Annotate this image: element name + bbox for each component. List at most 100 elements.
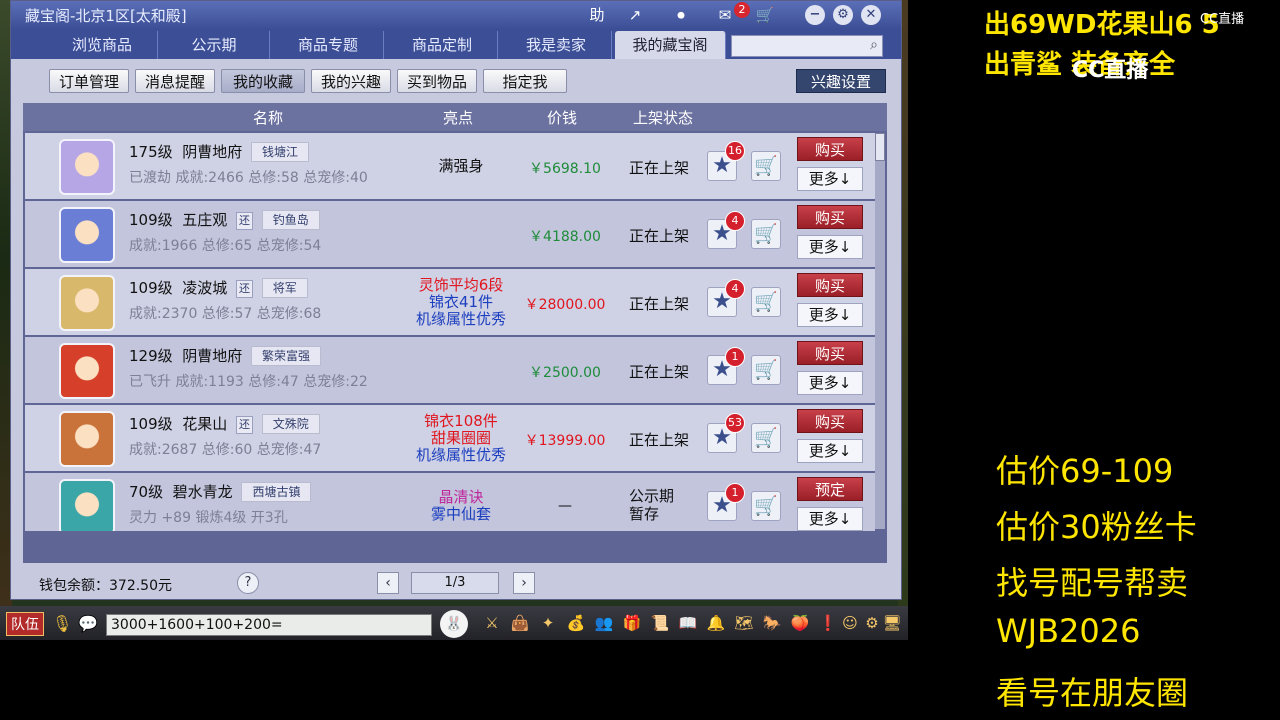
listing-status: 正在上架 xyxy=(629,227,690,245)
server-tag: 西塘古镇 xyxy=(241,482,312,502)
alert-icon[interactable]: ❗ xyxy=(816,610,840,636)
bag-icon[interactable]: 👜 xyxy=(508,610,532,636)
add-to-cart-icon[interactable]: 🛒 xyxy=(751,491,781,521)
help-icon[interactable]: ? xyxy=(237,572,259,594)
character-avatar[interactable] xyxy=(59,275,115,331)
item-level: 109级 xyxy=(129,211,173,229)
highlight-text: 机缘属性优秀 xyxy=(415,309,506,328)
table-row[interactable]: 109级 花果山 还 文殊院 成就:2687 总修:60 总宠修:47 锦衣10… xyxy=(25,405,875,471)
prev-page-button[interactable]: ‹ xyxy=(377,572,399,594)
table-row[interactable]: 109级 凌波城 还 将军 成就:2370 总修:57 总宠修:68 灵饰平均6… xyxy=(25,269,875,335)
table-row[interactable]: 70级 碧水青龙 西塘古镇 灵力 +89 锻炼4级 开3孔 晶清诀 雾中仙套 — … xyxy=(25,473,875,531)
gift-icon[interactable]: 🎁 xyxy=(620,610,644,636)
subtab-notifications[interactable]: 消息提醒 xyxy=(135,69,215,93)
title-bar[interactable]: 藏宝阁-北京1区[太和殿] 助 ↗ ⏺ ✉ 2 🛒 − ⚙ ✕ xyxy=(11,1,901,29)
more-button[interactable]: 更多↓ xyxy=(797,303,863,327)
item-price: ￥5698.10 xyxy=(529,161,601,177)
return-badge: 还 xyxy=(235,280,253,298)
item-school: 阴曹地府 xyxy=(182,143,243,161)
buy-button[interactable]: 购买 xyxy=(797,341,863,365)
add-to-cart-icon[interactable]: 🛒 xyxy=(751,423,781,453)
overlay-side-line-1: 估价69-109 xyxy=(996,452,1174,490)
next-page-button[interactable]: › xyxy=(513,572,535,594)
highlight-text: 锦衣41件 xyxy=(428,292,494,311)
table-row[interactable]: 129级 阴曹地府 繁荣富强 已飞升 成就:1193 总修:47 总宠修:22 … xyxy=(25,337,875,403)
table-body: 175级 阴曹地府 钱塘江 已渡劫 成就:2466 总修:58 总宠修:40 满… xyxy=(25,133,875,531)
team-button[interactable]: 队伍 xyxy=(6,612,44,636)
peach-icon[interactable]: 🍑 xyxy=(788,610,812,636)
tab-topics[interactable]: 商品专题 xyxy=(273,31,384,59)
buy-button[interactable]: 购买 xyxy=(797,137,863,161)
tab-seller[interactable]: 我是卖家 xyxy=(501,31,612,59)
subtab-favorites[interactable]: 我的收藏 xyxy=(221,69,305,93)
tab-custom[interactable]: 商品定制 xyxy=(387,31,498,59)
buy-button[interactable]: 购买 xyxy=(797,205,863,229)
table-row[interactable]: 109级 五庄观 还 钓鱼岛 成就:1966 总修:65 总宠修:54 ￥418… xyxy=(25,201,875,267)
item-school: 五庄观 xyxy=(182,211,228,229)
map-icon[interactable]: 🗺 xyxy=(732,610,756,636)
tab-public[interactable]: 公示期 xyxy=(159,31,270,59)
chat-icon[interactable]: 💬 xyxy=(78,614,98,633)
mount-icon[interactable]: 🐎 xyxy=(760,610,784,636)
scrollbar-thumb[interactable] xyxy=(875,133,885,161)
interest-settings-button[interactable]: 兴趣设置 xyxy=(796,69,886,93)
minimize-icon[interactable]: − xyxy=(805,5,825,25)
character-avatar[interactable] xyxy=(59,207,115,263)
item-stats: 已渡劫 成就:2466 总修:58 总宠修:40 xyxy=(129,170,368,186)
record-icon[interactable]: ⏺ xyxy=(669,4,693,26)
buy-button[interactable]: 购买 xyxy=(797,409,863,433)
search-icon[interactable]: ⌕ xyxy=(870,37,878,53)
buy-button[interactable]: 购买 xyxy=(797,273,863,297)
buy-button[interactable]: 预定 xyxy=(797,477,863,501)
bell-icon[interactable]: 🔔 xyxy=(704,610,728,636)
character-avatar[interactable] xyxy=(59,343,115,399)
character-avatar[interactable] xyxy=(59,139,115,195)
listing-status: 正在上架 xyxy=(629,159,690,177)
item-title: 109级 五庄观 还 钓鱼岛 xyxy=(129,209,320,230)
more-button[interactable]: 更多↓ xyxy=(797,439,863,463)
character-avatar[interactable] xyxy=(59,411,115,467)
settings-icon[interactable]: ⚙ xyxy=(833,5,853,25)
more-button[interactable]: 更多↓ xyxy=(797,167,863,191)
favorite-count-badge: 1 xyxy=(725,347,745,367)
help-button[interactable]: 助 xyxy=(585,4,609,26)
more-button[interactable]: 更多↓ xyxy=(797,235,863,259)
skill-icon[interactable]: ✦ xyxy=(536,610,560,636)
item-stats: 灵力 +89 锻炼4级 开3孔 xyxy=(129,510,288,526)
highlight-text: 锦衣108件 xyxy=(424,411,498,430)
table-row[interactable]: 175级 阴曹地府 钱塘江 已渡劫 成就:2466 总修:58 总宠修:40 满… xyxy=(25,133,875,199)
add-to-cart-icon[interactable]: 🛒 xyxy=(751,151,781,181)
character-avatar[interactable] xyxy=(59,479,115,531)
party-icon[interactable]: 👥 xyxy=(592,610,616,636)
scroll-icon[interactable]: 📜 xyxy=(648,610,672,636)
search-input[interactable]: ⌕ xyxy=(731,35,883,57)
favorites-table: 名称 亮点 价钱 上架状态 175级 阴曹地府 钱塘江 已渡劫 成就:2466 … xyxy=(23,103,887,563)
book-icon[interactable]: 📖 xyxy=(676,610,700,636)
highlight-text: 甜果圈圈 xyxy=(430,428,491,447)
server-tag: 将军 xyxy=(261,278,308,298)
tab-my-pavilion[interactable]: 我的藏宝阁 xyxy=(615,31,726,59)
add-to-cart-icon[interactable]: 🛒 xyxy=(751,219,781,249)
more-button[interactable]: 更多↓ xyxy=(797,507,863,531)
add-to-cart-icon[interactable]: 🛒 xyxy=(751,355,781,385)
monitor-icon[interactable]: 🖥 xyxy=(880,610,904,636)
pet-icon[interactable]: 🐰 xyxy=(440,610,468,638)
attack-icon[interactable]: ⚔ xyxy=(480,610,504,636)
treasure-icon[interactable]: 💰 xyxy=(564,610,588,636)
close-icon[interactable]: ✕ xyxy=(861,5,881,25)
scrollbar[interactable] xyxy=(875,133,885,529)
chat-input[interactable]: 3000+1600+100+200= xyxy=(106,614,432,636)
subtab-purchased[interactable]: 买到物品 xyxy=(397,69,477,93)
tab-browse[interactable]: 浏览商品 xyxy=(47,31,158,59)
subtab-interests[interactable]: 我的兴趣 xyxy=(311,69,391,93)
add-to-cart-icon[interactable]: 🛒 xyxy=(751,287,781,317)
face-icon[interactable]: ☺ xyxy=(838,610,862,636)
subtab-orders[interactable]: 订单管理 xyxy=(49,69,129,93)
highlight-text: 雾中仙套 xyxy=(430,505,491,523)
mic-icon[interactable]: 🎙 xyxy=(52,614,72,633)
cart-icon[interactable]: 🛒 xyxy=(753,4,777,26)
favorite-count-badge: 53 xyxy=(725,413,745,433)
share-icon[interactable]: ↗ xyxy=(623,4,647,26)
subtab-assigned[interactable]: 指定我 xyxy=(483,69,567,93)
more-button[interactable]: 更多↓ xyxy=(797,371,863,395)
